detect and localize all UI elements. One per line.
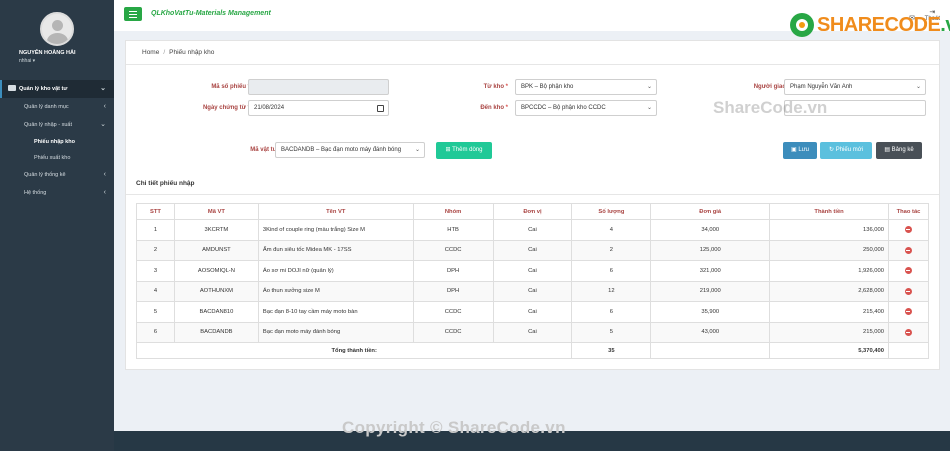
total-quantity: 35 [571,342,652,359]
tu-kho-label: Từ kho * [483,84,508,90]
nguoi-giao-label: Người giao * [753,84,790,90]
table-row: 2 AMDUNST Ấm đun siêu tốc Midea MK - 17SS C… [136,239,930,261]
divider [126,194,939,195]
chevron-down-icon: ⌄ [414,147,420,153]
total-row: Tổng thành tiền: 35 5,370,400 [135,342,930,359]
chevron-left-icon: ‹ [103,189,106,196]
col-thao-tac: Thao tác [887,203,930,220]
table-row: 5 BACDAN810 Bạc đạn 8-10 tay cầm máy moto … [136,301,930,323]
delete-row-icon[interactable] [904,287,912,295]
ma-so-phieu-label: Mã số phiếu * [211,84,250,90]
user-name: NGUYỄN HOÀNG HẢI [19,50,76,56]
app-title: QLKhoVatTu-Materials Management [151,10,271,17]
total-amount: 5,370,400 [769,342,889,359]
detail-title: Chi tiết phiếu nhập [136,180,195,187]
logo-icon [790,13,814,37]
sharecode-logo: SHARECODE.vn [790,12,950,38]
ngay-chung-tu-label: Ngày chứng từ * [202,105,250,111]
total-label: Tổng thành tiền: [135,342,573,359]
col-nhom: Nhóm [412,203,494,220]
col-thanh-tien: Thành tiền [769,203,889,220]
avatar[interactable] [40,12,74,46]
sidebar-toggle-button[interactable] [124,7,142,21]
table-row: 6 BACDANDB Bạc đạn moto máy đánh bóng CCDC C… [136,321,930,343]
detail-table: STT Mã VT Tên VT Nhóm Đơn vị Số lượng Đơ… [135,203,930,359]
tu-kho-select[interactable]: BPK – Bộ phận kho ⌄ [515,79,657,95]
user-panel: NGUYỄN HOÀNG HẢI nhhai ▾ [0,0,114,76]
delete-row-icon[interactable] [904,308,912,316]
new-receipt-button[interactable]: ↻ Phiếu mới [820,142,872,159]
sidebar-item-kho-vat-tu[interactable]: Quản lý kho vật tư ⌄ [0,80,114,98]
col-don-gia: Đơn giá [650,203,771,220]
sidebar-item-danh-muc[interactable]: Quản lý danh mục ‹ [0,98,114,116]
hamburger-icon [129,10,137,12]
sidebar-item-he-thong[interactable]: Hệ thống ‹ [0,184,114,202]
sidebar: NGUYỄN HOÀNG HẢI nhhai ▾ Quản lý kho vật… [0,0,114,451]
chevron-down-icon: ⌄ [915,84,921,90]
chevron-down-icon: ⌄ [100,85,106,92]
table-row: 3 AOSOMIQL-N Áo sơ mi DOJI nữ (quản lý) DPH… [136,260,930,282]
calendar-icon [377,105,384,112]
col-ten-vt: Tên VT [257,203,414,220]
user-role-dropdown[interactable]: nhhai ▾ [0,58,114,64]
chevron-down-icon: ⌄ [100,121,106,128]
delete-row-icon[interactable] [904,246,912,254]
breadcrumb-home[interactable]: Home [142,49,159,56]
ma-so-phieu-input[interactable] [248,79,389,95]
table-row: 4 AOTHUNXM Áo thun xưởng size M DPH Cai 12 219… [136,280,930,302]
chevron-left-icon: ‹ [103,171,106,178]
breadcrumb: Home / Phiếu nhập kho [142,49,215,56]
ma-vat-tu-label: Mã vật tư * [250,147,281,153]
sidebar-menu: Quản lý kho vật tư ⌄ Quản lý danh mục ‹ … [0,80,114,202]
chevron-down-icon: ⌄ [646,105,652,111]
copyright-text: Copyright © ShareCode.vn [342,418,566,437]
folder-icon [8,85,16,91]
list-report-button[interactable]: ▤ Bảng kê [876,142,922,159]
table-row: 1 3KCRTM 3Kind of couple ring (màu trắng) … [136,219,930,241]
delete-row-icon[interactable] [904,267,912,275]
col-don-vi: Đơn vị [492,203,573,220]
col-ma-vt: Mã VT [173,203,259,220]
col-so-luong: Số lượng [571,203,652,220]
delete-row-icon[interactable] [904,226,912,234]
chevron-left-icon: ‹ [103,103,106,110]
document-icon: ▤ [884,147,892,153]
den-kho-label: Đến kho * [480,105,508,111]
sidebar-item-thong-ke[interactable]: Quản lý thống kê ‹ [0,166,114,184]
chevron-down-icon: ⌄ [646,84,652,90]
save-button[interactable]: ▣ Lưu [783,142,817,159]
table-header-row: STT Mã VT Tên VT Nhóm Đơn vị Số lượng Đơ… [136,203,930,220]
sidebar-item-phieu-xuat[interactable]: Phiếu xuất kho [0,150,114,166]
sidebar-item-nhap-xuat[interactable]: Quản lý nhập - xuất ⌄ [0,116,114,134]
main-panel: Home/Phiếu nhập kho Mã số phiếu * Từ kho… [125,40,940,370]
divider [126,64,939,65]
den-kho-select[interactable]: BPCCDC – Bộ phận kho CCDC ⌄ [515,100,657,116]
watermark: ShareCode.vn [713,98,828,117]
col-stt: STT [136,203,175,220]
ngay-chung-tu-input[interactable]: 21/08/2024 [248,100,389,116]
refresh-icon: ↻ [829,147,836,153]
breadcrumb-current: Phiếu nhập kho [169,49,215,56]
ma-vat-tu-select[interactable]: BACDANDB – Bạc đạn moto máy đánh bóng ⌄ [275,142,425,158]
delete-row-icon[interactable] [904,328,912,336]
nguoi-giao-select[interactable]: Phạm Nguyễn Văn Anh ⌄ [784,79,926,95]
add-row-button[interactable]: ⊞ Thêm dòng [436,142,492,159]
sidebar-item-phieu-nhap[interactable]: Phiếu nhập kho [0,134,114,150]
